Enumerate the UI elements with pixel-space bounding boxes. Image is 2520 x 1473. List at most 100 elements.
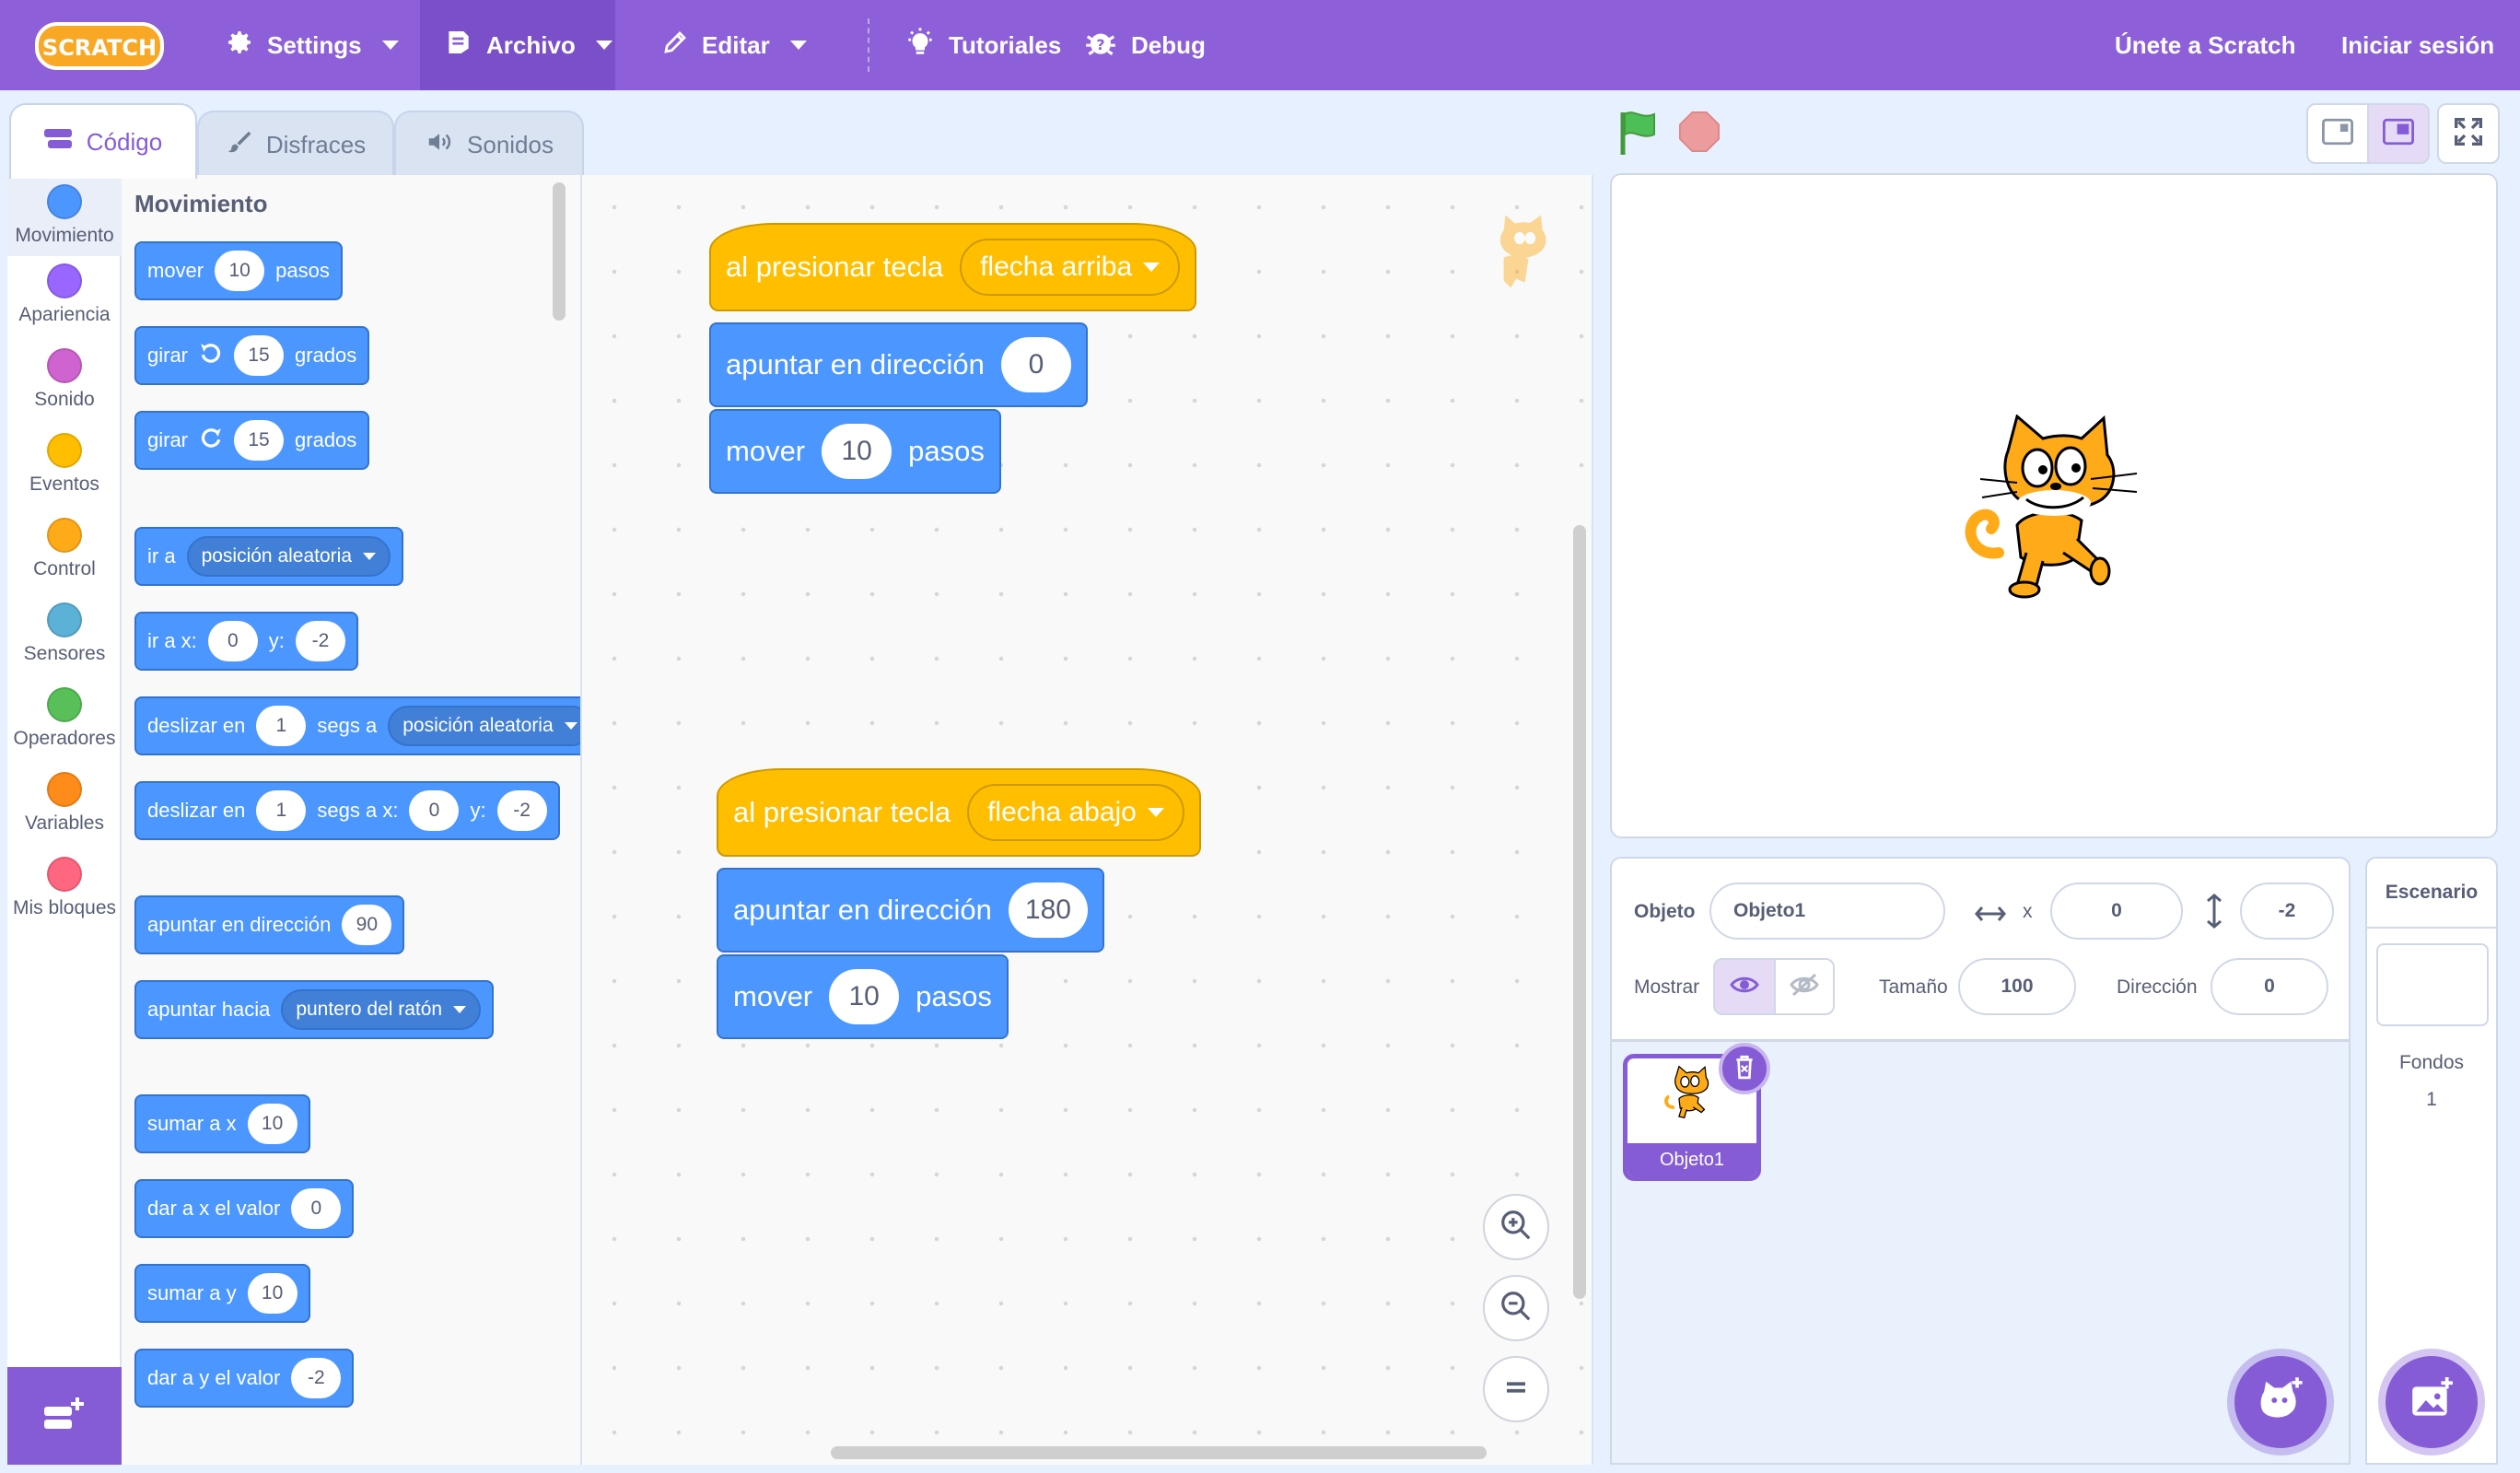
block-go-to-xy[interactable]: ir a x: 0 y: -2 [134,612,358,671]
debug-bug-icon: ? [1083,25,1118,66]
block-turn-right[interactable]: girar 15 grados [134,326,370,385]
delete-sprite-button[interactable] [1719,1043,1770,1094]
tab-code[interactable]: Código [9,103,197,179]
choose-backdrop-button[interactable] [2386,1356,2478,1448]
block-set-x[interactable]: dar a x el valor 0 [134,1179,355,1238]
block-glide-xy[interactable]: deslizar en 1 segs a x: 0 y: -2 [134,781,560,840]
small-stage-button[interactable] [2306,103,2369,164]
scratch-logo[interactable]: SCRATCH [35,20,164,72]
workspace-horizontal-scrollbar[interactable] [831,1446,1487,1459]
block-glide[interactable]: deslizar en 1 segs a posición aleatoria [134,696,580,755]
debug-button[interactable]: ? Debug [1059,0,1230,90]
zoom-out-icon [1499,1289,1534,1328]
zoom-out-button[interactable] [1483,1275,1549,1341]
block-input[interactable]: 10 [822,424,892,479]
control-category-icon [47,518,82,553]
palette-scrollbar[interactable] [553,182,566,321]
workspace-vertical-scrollbar[interactable] [1573,525,1586,1299]
category-events[interactable]: Eventos [7,433,122,514]
block-input[interactable]: 0 [207,621,258,661]
settings-menu[interactable]: Settings [201,0,423,90]
sign-in-link[interactable]: Iniciar sesión [2317,0,2518,90]
script2-move-steps[interactable]: mover 10 pasos [717,954,1009,1039]
block-turn-left[interactable]: girar 15 grados [134,411,370,470]
pencil-icon [661,29,689,63]
code-workspace[interactable]: al presionar tecla flecha arriba apuntar… [582,175,1593,1465]
category-motion[interactable]: Movimiento [7,175,122,256]
script1-hat-key-pressed[interactable]: al presionar tecla flecha arriba [709,223,1197,311]
block-input[interactable]: 10 [215,251,265,291]
horizontal-arrows-icon [1975,903,2006,929]
sensing-category-icon [47,602,82,637]
block-dropdown[interactable]: puntero del ratón [281,989,482,1030]
variables-category-icon [47,772,82,807]
block-point-towards[interactable]: apuntar hacia puntero del ratón [134,980,495,1039]
block-go-to[interactable]: ir a posición aleatoria [134,527,403,586]
category-variables[interactable]: Variables [7,772,122,853]
block-move-steps[interactable]: mover 10 pasos [134,241,343,300]
tab-costumes[interactable]: Disfraces [197,111,394,177]
category-looks[interactable]: Apariencia [7,263,122,345]
normal-stage-button[interactable] [2367,103,2430,164]
green-flag-button[interactable] [1617,109,1662,157]
block-text: pasos [916,980,992,1012]
script2-point-direction[interactable]: apuntar en dirección 180 [717,868,1104,953]
stage-thumbnail[interactable] [2376,943,2489,1026]
block-input[interactable]: 180 [1008,883,1088,938]
script1-point-direction[interactable]: apuntar en dirección 0 [709,322,1088,407]
full-screen-button[interactable] [2437,103,2500,164]
block-dropdown[interactable]: posición aleatoria [388,706,580,746]
choose-sprite-button[interactable] [2234,1356,2327,1448]
script2-hat-key-pressed[interactable]: al presionar tecla flecha abajo [717,768,1201,857]
block-input[interactable]: 0 [291,1188,342,1229]
tab-sounds[interactable]: Sonidos [394,111,584,177]
block-change-x[interactable]: sumar a x 10 [134,1094,310,1153]
block-text: deslizar en [147,714,246,737]
key-dropdown[interactable]: flecha abajo [967,784,1184,841]
tutorials-button[interactable]: Tutoriales [881,0,1085,90]
category-my-blocks[interactable]: Mis bloques [7,857,122,938]
block-input[interactable]: 90 [342,905,392,945]
block-input[interactable]: 1 [256,790,307,831]
block-input[interactable]: 15 [234,335,285,376]
script1-move-steps[interactable]: mover 10 pasos [709,409,1001,494]
sprite-name-input[interactable]: Objeto1 [1709,883,1945,940]
block-dropdown[interactable]: posición aleatoria [186,536,391,577]
x-position-input[interactable]: 0 [2050,883,2183,940]
category-sound[interactable]: Sonido [7,348,122,429]
block-text: pasos [275,259,330,282]
scratch-cat-sprite[interactable] [1962,414,2164,608]
size-input[interactable]: 100 [1958,958,2076,1015]
block-input[interactable]: 10 [247,1273,298,1314]
block-input[interactable]: -2 [496,790,547,831]
file-menu[interactable]: Archivo [420,0,615,90]
block-input[interactable]: 10 [829,969,900,1024]
key-dropdown[interactable]: flecha arriba [960,239,1181,296]
direction-input[interactable]: 0 [2211,958,2328,1015]
block-input[interactable]: -2 [295,621,345,661]
category-label: Sensores [23,643,106,664]
hide-sprite-button[interactable] [1774,958,1835,1015]
block-input[interactable]: -2 [291,1358,342,1398]
category-sensing[interactable]: Sensores [7,602,122,684]
stop-button[interactable] [1678,111,1721,153]
eye-slash-icon [1790,973,1819,1001]
block-set-y[interactable]: dar a y el valor -2 [134,1349,355,1408]
block-input[interactable]: 0 [1000,337,1071,392]
block-input[interactable]: 1 [256,706,307,746]
y-position-input[interactable]: -2 [2240,883,2334,940]
zoom-in-button[interactable] [1483,1194,1549,1260]
edit-menu[interactable]: Editar [637,0,831,90]
block-point-direction[interactable]: apuntar en dirección 90 [134,895,405,954]
block-input[interactable]: 15 [234,420,285,461]
category-control[interactable]: Control [7,518,122,599]
zoom-reset-button[interactable] [1483,1356,1549,1422]
category-operators[interactable]: Operadores [7,687,122,768]
show-sprite-button[interactable] [1713,958,1776,1015]
add-extension-button[interactable] [7,1367,122,1465]
block-input[interactable]: 10 [247,1104,298,1144]
block-input[interactable]: 0 [409,790,460,831]
stage-canvas[interactable] [1610,173,2498,838]
join-scratch-link[interactable]: Únete a Scratch [2091,0,2320,90]
block-change-y[interactable]: sumar a y 10 [134,1264,310,1323]
